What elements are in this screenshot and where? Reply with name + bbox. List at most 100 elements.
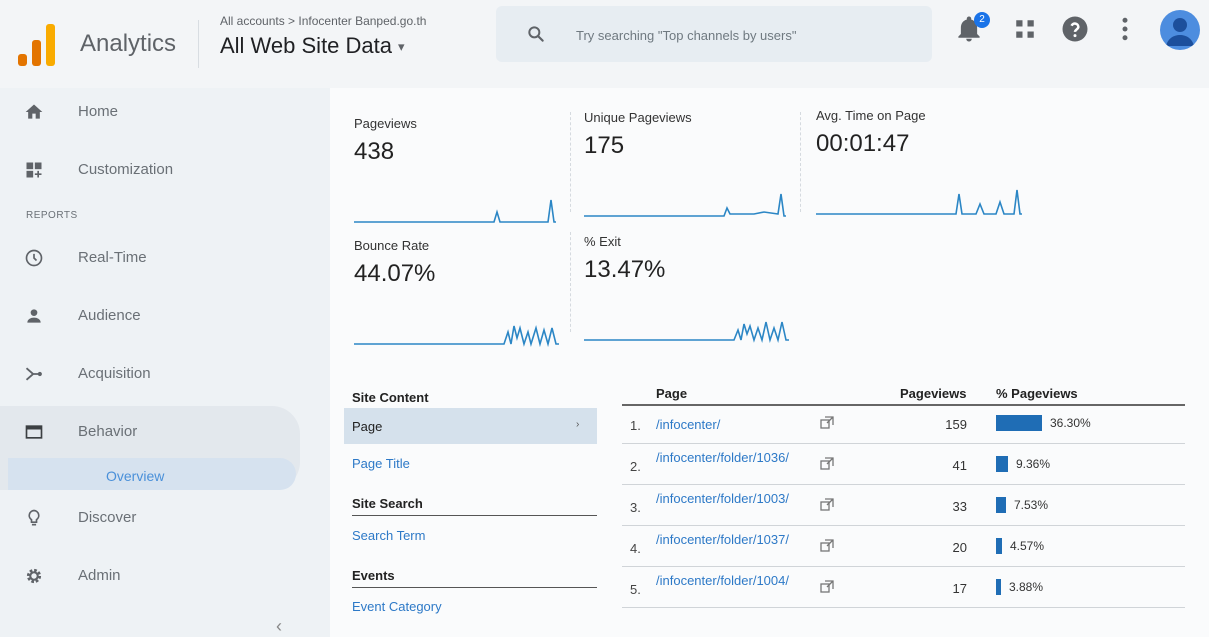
chevron-right-icon: ›	[576, 419, 580, 430]
avatar-icon[interactable]	[1160, 10, 1200, 50]
page-link[interactable]: /infocenter/folder/1003/	[656, 492, 816, 506]
page-link[interactable]: /infocenter/folder/1004/	[656, 574, 816, 588]
lightbulb-icon	[28, 509, 40, 526]
page-link[interactable]: /infocenter/	[656, 418, 816, 432]
page-link[interactable]: /infocenter/folder/1037/	[656, 533, 816, 547]
row-number: 1.	[630, 418, 641, 433]
more-vert-icon[interactable]	[1110, 14, 1140, 44]
sidebar-item-behavior[interactable]: Behavior	[0, 412, 330, 452]
sidebar-item-acquisition[interactable]: Acquisition	[0, 354, 330, 394]
sidebar: Overview Home Customization REPORTS Real…	[0, 88, 330, 637]
help-icon[interactable]	[1060, 14, 1090, 44]
metric-divider	[570, 232, 571, 332]
page-link[interactable]: /infocenter/folder/1036/	[656, 451, 816, 465]
table-row[interactable]: 2. /infocenter/folder/1036/41 9.36%	[622, 447, 1185, 485]
top-header: Analytics All accounts > Infocenter Banp…	[0, 0, 1209, 88]
metric-value: 13.47%	[584, 256, 666, 283]
heading-site-search: Site Search	[352, 496, 597, 516]
open-in-new-icon[interactable]	[820, 539, 834, 553]
pageviews-value: 17	[952, 581, 967, 596]
percent-value: 9.36%	[1016, 457, 1051, 471]
sidebar-item-label: Acquisition	[78, 365, 151, 382]
table-row[interactable]: 1. /infocenter/159 36.30%	[622, 406, 1185, 444]
sidebar-item-label: Customization	[78, 161, 174, 178]
metric-bounce-rate[interactable]: Bounce Rate 44.07%	[354, 238, 574, 348]
open-in-new-icon[interactable]	[820, 416, 834, 430]
sidebar-item-admin[interactable]: Admin	[0, 556, 330, 596]
sidebar-item-label: Discover	[78, 509, 137, 526]
row-number: 2.	[630, 459, 641, 474]
column-header-pageviews[interactable]: Pageviews	[900, 386, 967, 401]
percent-bar	[996, 415, 1042, 431]
percent-bar	[996, 456, 1008, 472]
brand-name: Analytics	[80, 30, 177, 57]
person-icon	[27, 309, 41, 323]
chevron-down-icon: ▾	[398, 39, 405, 55]
sparkline-chart	[584, 321, 789, 343]
percent-bar	[996, 538, 1002, 554]
table-row[interactable]: 4. /infocenter/folder/1037/20 4.57%	[622, 529, 1185, 567]
open-in-new-icon[interactable]	[820, 457, 834, 471]
column-header-pct-pageviews[interactable]: % Pageviews	[996, 386, 1078, 401]
property-selector[interactable]: All Web Site Data ▾	[220, 33, 405, 59]
nav-page-title[interactable]: Page Title	[352, 456, 410, 471]
percent-value: 36.30%	[1050, 416, 1091, 430]
sidebar-item-discover[interactable]: Discover	[0, 498, 330, 538]
account-breadcrumb[interactable]: All accounts > Infocenter Banped.go.th	[220, 14, 426, 28]
apps-grid-icon[interactable]	[1010, 14, 1040, 44]
percent-value: 4.57%	[1010, 539, 1045, 553]
metric-value: 44.07%	[354, 260, 436, 287]
metric-unique-pageviews[interactable]: Unique Pageviews 175	[584, 110, 804, 220]
search-icon	[528, 26, 544, 42]
sidebar-item-label: Home	[78, 103, 119, 120]
gear-icon	[26, 568, 42, 584]
sparkline-chart	[354, 324, 559, 348]
property-name: All Web Site Data	[220, 33, 393, 58]
metric-label: Pageviews	[354, 116, 417, 131]
behavior-icon	[25, 425, 43, 439]
nav-search-term[interactable]: Search Term	[352, 528, 425, 543]
section-heading-reports: REPORTS	[26, 210, 78, 221]
metric-avg-time-on-page[interactable]: Avg. Time on Page 00:01:47	[816, 108, 1036, 218]
open-in-new-icon[interactable]	[820, 580, 834, 594]
nav-event-category[interactable]: Event Category	[352, 599, 442, 614]
metric-value: 00:01:47	[816, 130, 910, 157]
sidebar-item-overview[interactable]: Overview	[8, 458, 296, 490]
sidebar-item-label: Audience	[78, 307, 141, 324]
sidebar-item-home[interactable]: Home	[0, 92, 330, 132]
column-header-page[interactable]: Page	[656, 386, 687, 401]
row-number: 3.	[630, 500, 641, 515]
metric-pageviews[interactable]: Pageviews 438	[354, 116, 574, 226]
main-content: Pageviews 438 Unique Pageviews 175 Avg. …	[330, 88, 1209, 637]
metric-exit-rate[interactable]: % Exit 13.47%	[584, 234, 804, 344]
header-divider	[198, 20, 199, 68]
percent-bar	[996, 497, 1006, 513]
search-input[interactable]: Try searching "Top channels by users"	[576, 28, 796, 43]
search-bar[interactable]: Try searching "Top channels by users"	[496, 6, 932, 62]
table-row[interactable]: 3. /infocenter/folder/1003/33 7.53%	[622, 488, 1185, 526]
open-in-new-icon[interactable]	[820, 498, 834, 512]
sidebar-item-customization[interactable]: Customization	[0, 150, 330, 190]
sidebar-item-audience[interactable]: Audience	[0, 296, 330, 336]
metric-label: % Exit	[584, 234, 621, 249]
heading-events: Events	[352, 568, 597, 588]
nav-label: Page	[352, 419, 383, 434]
collapse-sidebar-icon[interactable]: ‹	[276, 616, 282, 637]
percent-bar	[996, 579, 1001, 595]
table-row[interactable]: 5. /infocenter/folder/1004/17 3.88%	[622, 570, 1185, 608]
row-number: 4.	[630, 541, 641, 556]
percent-value: 7.53%	[1014, 498, 1049, 512]
sidebar-item-label: Admin	[78, 567, 121, 584]
metric-label: Bounce Rate	[354, 238, 430, 253]
metric-divider	[570, 112, 571, 212]
sparkline-chart	[354, 199, 556, 223]
analytics-logo-icon[interactable]	[18, 22, 58, 66]
sidebar-item-real-time[interactable]: Real-Time	[0, 238, 330, 278]
pageviews-value: 41	[952, 458, 967, 473]
nav-page[interactable]: Page ›	[344, 408, 597, 444]
sparkline-chart	[816, 189, 1022, 215]
home-icon	[25, 104, 43, 119]
notification-badge: 2	[974, 12, 990, 28]
sparkline-chart	[584, 193, 786, 217]
pageviews-value: 33	[952, 499, 967, 514]
